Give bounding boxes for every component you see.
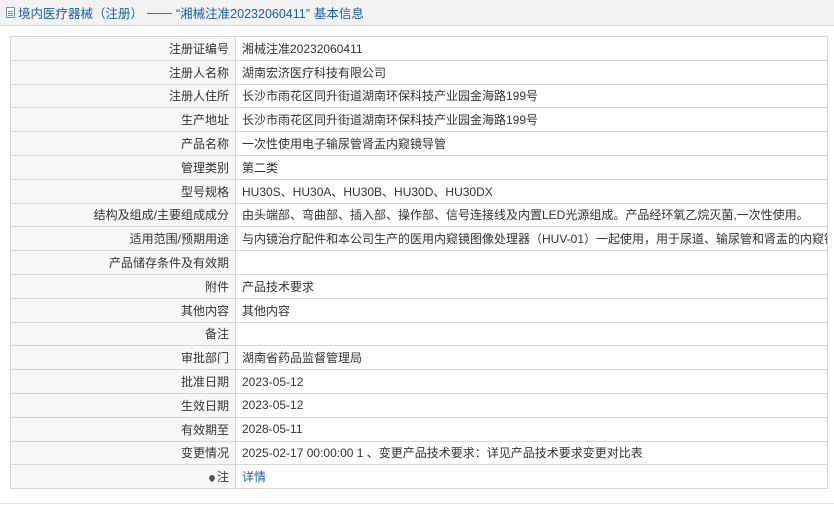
row-value: 产品技术要求	[235, 273, 828, 299]
breadcrumb-section[interactable]: 境内医疗器械（注册）	[18, 3, 143, 22]
note-row: 注 详情	[10, 464, 828, 490]
row-label: 管理类别	[10, 154, 236, 180]
row-label: 其他内容	[10, 297, 236, 323]
row-label: 有效期至	[10, 416, 236, 442]
row-value: 2028-05-11	[235, 416, 828, 442]
document-icon	[6, 7, 15, 18]
row-value: HU30S、HU30A、HU30B、HU30D、HU30DX	[235, 178, 828, 204]
table-row: 产品储存条件及有效期	[10, 250, 828, 275]
row-value: 2025-02-17 00:00:00 1 、变更产品技术要求：详见产品技术要求…	[235, 440, 828, 466]
row-label: 生产地址	[10, 107, 236, 133]
row-label: 产品储存条件及有效期	[10, 250, 236, 275]
note-label: 注	[216, 470, 229, 485]
row-label: 备注	[10, 321, 236, 347]
table-row: 适用范围/预期用途 与内镜治疗配件和本公司生产的医用内窥镜图像处理器（HUV-01…	[10, 226, 828, 252]
row-value: 由头端部、弯曲部、插入部、操作部、信号连接线及内置LED光源组成。产品经环氧乙烷…	[235, 202, 828, 228]
breadcrumb-separator: ——	[147, 5, 173, 20]
table-row: 注册人住所 长沙市雨花区同升街道湖南环保科技产业园金海路199号	[10, 83, 828, 109]
table-row: 有效期至 2028-05-11	[10, 416, 828, 442]
row-label: 注册人住所	[10, 83, 236, 109]
row-value: 2023-05-12	[235, 392, 828, 418]
note-value-cell: 详情	[235, 464, 828, 490]
table-row: 审批部门 湖南省药品监督管理局	[10, 345, 828, 371]
row-value: 湖南省药品监督管理局	[235, 345, 828, 371]
table-row: 备注	[10, 321, 828, 347]
row-label: 变更情况	[10, 440, 236, 466]
row-value: 2023-05-12	[235, 369, 828, 394]
basic-info-table: 注册证编号 湘械注准20232060411 注册人名称 湖南宏济医疗科技有限公司 注…	[10, 36, 828, 490]
row-value: 第二类	[235, 154, 828, 180]
table-row: 生产地址 长沙市雨花区同升街道湖南环保科技产业园金海路199号	[10, 107, 828, 133]
pin-icon	[207, 473, 217, 483]
row-value: 与内镜治疗配件和本公司生产的医用内窥镜图像处理器（HUV-01）一起使用，用于尿…	[235, 226, 828, 252]
table-row: 产品名称 一次性使用电子输尿管肾盂内窥镜导管	[10, 131, 828, 156]
registration-title: “湘械注准20232060411”	[176, 7, 310, 21]
table-row: 生效日期 2023-05-12	[10, 392, 828, 418]
table-row: 其他内容 其他内容	[10, 297, 828, 323]
note-label-cell: 注	[10, 464, 236, 490]
table-row: 批准日期 2023-05-12	[10, 369, 828, 394]
table-row: 注册人名称 湖南宏济医疗科技有限公司	[10, 59, 828, 85]
details-link[interactable]: 详情	[242, 470, 266, 484]
row-value	[235, 250, 828, 275]
row-value: 湖南宏济医疗科技有限公司	[235, 59, 828, 85]
row-value: 长沙市雨花区同升街道湖南环保科技产业园金海路199号	[235, 107, 828, 133]
row-label: 批准日期	[10, 369, 236, 394]
row-label: 注册人名称	[10, 59, 236, 85]
row-value: 其他内容	[235, 297, 828, 323]
bottom-divider	[0, 503, 834, 504]
page-header: 境内医疗器械（注册） —— “湘械注准20232060411” 基本信息	[0, 0, 834, 26]
table-row: 附件 产品技术要求	[10, 273, 828, 299]
row-value: 湘械注准20232060411	[235, 36, 828, 61]
row-label: 型号规格	[10, 178, 236, 204]
row-label: 审批部门	[10, 345, 236, 371]
row-label: 注册证编号	[10, 36, 236, 61]
row-label: 附件	[10, 273, 236, 299]
table-row: 结构及组成/主要组成成分 由头端部、弯曲部、插入部、操作部、信号连接线及内置LED…	[10, 202, 828, 228]
table-row: 注册证编号 湘械注准20232060411	[10, 36, 828, 61]
page-title-suffix: 基本信息	[313, 7, 364, 21]
row-label: 适用范围/预期用途	[10, 226, 236, 252]
row-label: 结构及组成/主要组成成分	[10, 202, 236, 228]
row-value: 长沙市雨花区同升街道湖南环保科技产业园金海路199号	[235, 83, 828, 109]
table-row: 变更情况 2025-02-17 00:00:00 1 、变更产品技术要求：详见产品…	[10, 440, 828, 466]
row-value: 一次性使用电子输尿管肾盂内窥镜导管	[235, 131, 828, 156]
row-label: 生效日期	[10, 392, 236, 418]
row-label: 产品名称	[10, 131, 236, 156]
table-row: 型号规格 HU30S、HU30A、HU30B、HU30D、HU30DX	[10, 178, 828, 204]
table-row: 管理类别 第二类	[10, 154, 828, 180]
row-value	[235, 321, 828, 347]
